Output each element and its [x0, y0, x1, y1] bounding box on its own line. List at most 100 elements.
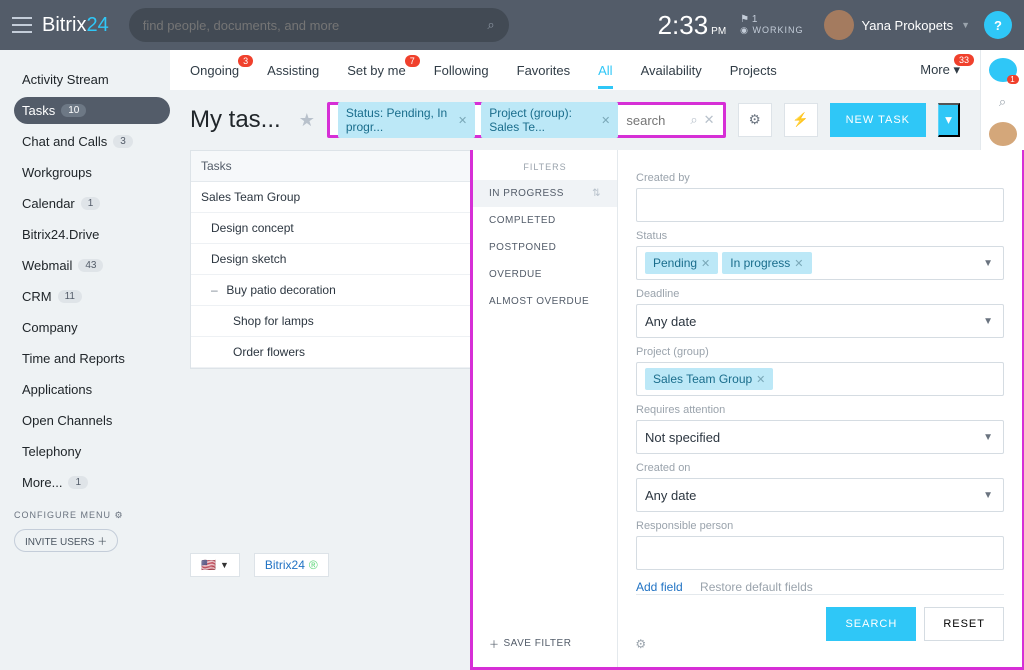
close-icon[interactable]: ✕ [794, 257, 803, 270]
sidebar-item[interactable]: Tasks10 [14, 97, 170, 124]
task-row[interactable]: Design sketch [191, 244, 489, 275]
sidebar-item[interactable]: Company [14, 314, 170, 341]
chevron-down-icon: ▼ [983, 490, 993, 501]
search-rail-icon[interactable]: ⌕ [989, 90, 1017, 114]
tab[interactable]: Ongoing3 [190, 63, 239, 78]
tab[interactable]: Favorites [517, 63, 570, 78]
tab[interactable]: Projects [730, 63, 777, 78]
tab[interactable]: Assisting [267, 63, 319, 78]
sidebar-item[interactable]: Telephony [14, 438, 170, 465]
task-row[interactable]: Sales Team Group [191, 182, 489, 213]
close-icon[interactable]: ✕ [601, 114, 610, 127]
sidebar-item[interactable]: CRM11 [14, 283, 170, 310]
label-status: Status [636, 230, 1004, 242]
sidebar-item[interactable]: Time and Reports [14, 345, 170, 372]
task-row[interactable]: Order flowers [191, 337, 489, 368]
save-filter-button[interactable]: ＋SAVE FILTER⚙ [489, 636, 647, 651]
label-created-on: Created on [636, 462, 1004, 474]
field-project[interactable]: Sales Team Group✕ [636, 362, 1004, 396]
label-project: Project (group) [636, 346, 1004, 358]
invite-users-button[interactable]: INVITE USERS ＋ [14, 529, 118, 552]
tab[interactable]: Following [434, 63, 489, 78]
chevron-down-icon: ▼ [961, 20, 970, 30]
search-icon: ⌕ [690, 112, 697, 128]
task-row[interactable]: Design concept [191, 213, 489, 244]
global-search-input[interactable] [143, 18, 488, 33]
sidebar-item[interactable]: Open Channels [14, 407, 170, 434]
close-icon[interactable]: ✕ [701, 257, 710, 270]
search-button[interactable]: SEARCH [826, 607, 916, 641]
filter-preset[interactable]: IN PROGRESS⇅ [473, 180, 617, 207]
help-button[interactable]: ? [984, 11, 1012, 39]
restore-defaults-link[interactable]: Restore default fields [700, 580, 813, 594]
new-task-button[interactable]: NEW TASK [830, 103, 926, 137]
user-name: Yana Prokopets [862, 18, 954, 33]
chevron-down-icon: ▼ [983, 316, 993, 327]
label-responsible: Responsible person [636, 520, 1004, 532]
filter-preset[interactable]: POSTPONED [473, 234, 617, 261]
status-chip[interactable]: Pending ✕ [645, 252, 718, 274]
sidebar-item[interactable]: Bitrix24.Drive [14, 221, 170, 248]
contact-avatar[interactable] [989, 122, 1017, 146]
global-search[interactable]: ⌕ [129, 8, 509, 42]
footer-brand[interactable]: Bitrix24® [254, 553, 329, 577]
field-requires[interactable]: Not specified▼ [636, 420, 1004, 454]
close-icon[interactable]: ✕ [756, 373, 765, 386]
close-icon[interactable]: ✕ [458, 114, 467, 127]
chevron-down-icon: ▼ [983, 432, 993, 443]
sidebar: Activity Stream Tasks10 Chat and Calls3 Wor… [0, 50, 170, 589]
filter-preset[interactable]: COMPLETED [473, 207, 617, 234]
clear-icon[interactable]: ✕ [704, 112, 715, 128]
sidebar-item[interactable]: Workgroups [14, 159, 170, 186]
menu-icon[interactable] [12, 17, 32, 33]
filter-search-input[interactable] [624, 111, 684, 130]
filter-chip[interactable]: Status: Pending, In progr... ✕ [338, 102, 475, 138]
task-list: Tasks Sales Team GroupDesign conceptDesi… [190, 150, 490, 369]
sidebar-item[interactable]: Chat and Calls3 [14, 128, 170, 155]
filter-panel: FILTERS IN PROGRESS⇅COMPLETEDPOSTPONEDOV… [470, 150, 1024, 670]
filters-heading: FILTERS [473, 162, 617, 172]
add-field-link[interactable]: Add field [636, 580, 683, 594]
search-icon: ⌕ [487, 17, 494, 33]
tab-more[interactable]: More ▾33 [920, 62, 960, 78]
new-task-dropdown[interactable]: ▾ [938, 103, 960, 137]
user-menu[interactable]: Yana Prokopets ▼ [824, 10, 970, 40]
filter-preset[interactable]: ALMOST OVERDUE [473, 288, 617, 315]
sidebar-item[interactable]: Calendar1 [14, 190, 170, 217]
tab[interactable]: Set by me7 [347, 63, 406, 78]
reset-button[interactable]: RESET [924, 607, 1004, 641]
avatar [824, 10, 854, 40]
status-chip[interactable]: In progress ✕ [722, 252, 811, 274]
filter-chip[interactable]: Project (group): Sales Te... ✕ [481, 102, 618, 138]
label-created-by: Created by [636, 172, 1004, 184]
tabs-bar: Ongoing3 Assisting Set by me7 Following Favo… [170, 50, 980, 90]
configure-menu[interactable]: CONFIGURE MENU ⚙ [14, 510, 170, 521]
tasks-header: Tasks [191, 151, 489, 182]
clock-status: ◉ WORKING [740, 25, 803, 36]
tab[interactable]: Availability [641, 63, 702, 78]
task-row[interactable]: Shop for lamps [191, 306, 489, 337]
chip-project[interactable]: Sales Team Group✕ [645, 368, 773, 390]
filter-box[interactable]: Status: Pending, In progr... ✕Project (g… [327, 102, 726, 138]
bolt-button[interactable]: ⚡ [784, 103, 818, 137]
label-deadline: Deadline [636, 288, 1004, 300]
gear-icon[interactable]: ⚙ [635, 637, 646, 651]
sidebar-item[interactable]: Activity Stream [14, 66, 170, 93]
settings-button[interactable]: ⚙ [738, 103, 772, 137]
field-created-on[interactable]: Any date▼ [636, 478, 1004, 512]
sidebar-item[interactable]: Webmail43 [14, 252, 170, 279]
field-responsible[interactable] [636, 536, 1004, 570]
chevron-down-icon: ▼ [983, 258, 993, 269]
sidebar-item[interactable]: Applications [14, 376, 170, 403]
sidebar-item[interactable]: More...1 [14, 469, 170, 496]
task-row[interactable]: – Buy patio decoration [191, 275, 489, 306]
filter-preset[interactable]: OVERDUE [473, 261, 617, 288]
language-selector[interactable]: 🇺🇸 ▼ [190, 553, 240, 577]
field-status[interactable]: Pending ✕In progress ✕ ▼ [636, 246, 1004, 280]
plus-icon: ＋ [489, 636, 500, 651]
notifications-icon[interactable]: 1 [989, 58, 1017, 82]
tab[interactable]: All [598, 63, 612, 78]
field-deadline[interactable]: Any date▼ [636, 304, 1004, 338]
star-icon[interactable]: ★ [299, 110, 315, 131]
field-created-by[interactable] [636, 188, 1004, 222]
